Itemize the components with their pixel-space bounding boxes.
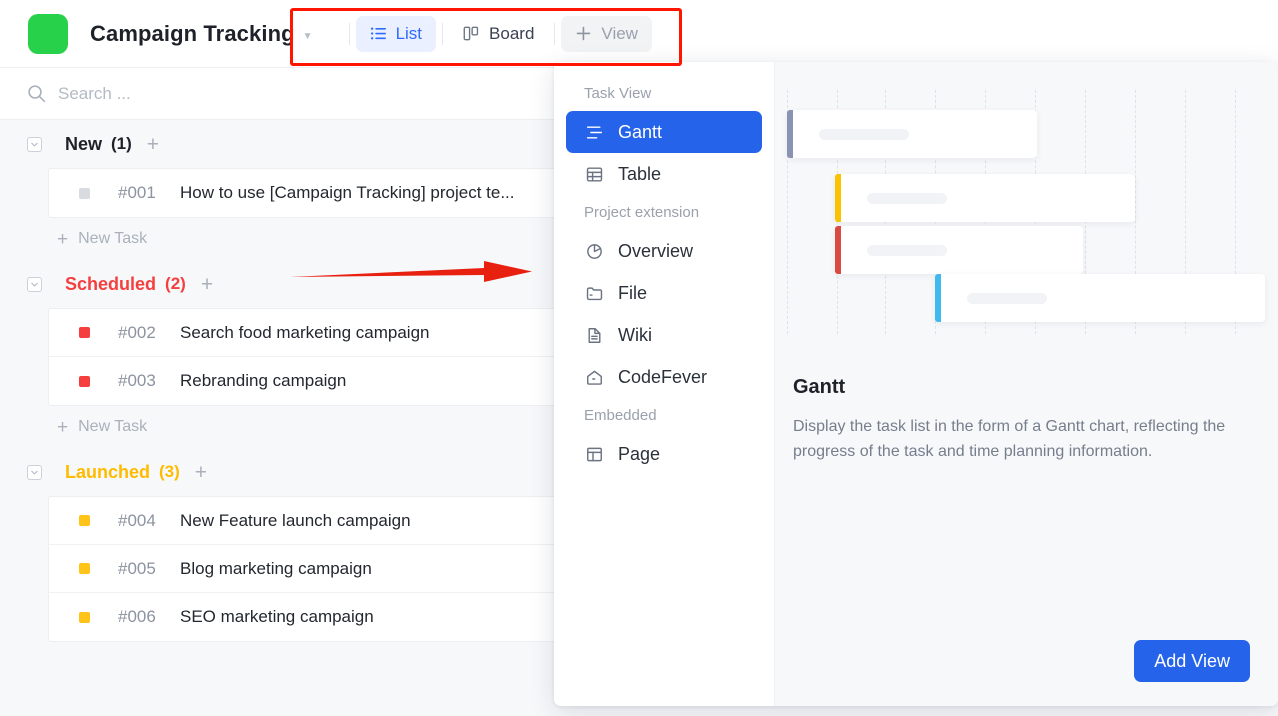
gantt-preview-illustration bbox=[775, 62, 1278, 362]
task-id: #004 bbox=[118, 511, 170, 531]
group-count: (2) bbox=[165, 274, 186, 294]
plus-icon: + bbox=[57, 230, 68, 249]
status-dot bbox=[79, 563, 90, 574]
task-title: Search food marketing campaign bbox=[180, 323, 429, 343]
menu-item-overview[interactable]: Overview bbox=[566, 230, 762, 272]
folder-icon bbox=[584, 284, 604, 303]
add-view-button[interactable]: Add View bbox=[1134, 640, 1250, 682]
task-id: #002 bbox=[118, 323, 170, 343]
status-dot bbox=[79, 612, 90, 623]
red-pointer-arrow bbox=[288, 258, 534, 286]
plus-icon: + bbox=[57, 418, 68, 437]
view-type-dropdown: Task View Gantt Table Project extension Over… bbox=[554, 62, 1278, 706]
group-name: Launched bbox=[65, 462, 150, 483]
group-name: New bbox=[65, 134, 102, 155]
menu-item-label: Gantt bbox=[618, 122, 662, 143]
list-icon bbox=[370, 25, 387, 42]
search-icon bbox=[27, 84, 46, 103]
view-preview-panel: Gantt Display the task list in the form … bbox=[774, 62, 1278, 706]
project-logo-icon bbox=[28, 14, 68, 54]
gantt-bar bbox=[935, 274, 1265, 322]
tab-add-view-label: View bbox=[601, 24, 638, 44]
divider bbox=[349, 23, 350, 45]
preview-description: Display the task list in the form of a G… bbox=[793, 415, 1260, 465]
menu-item-label: Overview bbox=[618, 241, 693, 262]
gantt-bar-placeholder bbox=[819, 129, 909, 140]
add-task-to-group-button[interactable]: + bbox=[147, 134, 159, 155]
task-id: #006 bbox=[118, 607, 170, 627]
gantt-bar-placeholder bbox=[867, 245, 947, 256]
add-task-to-group-button[interactable]: + bbox=[201, 274, 213, 295]
preview-title: Gantt bbox=[793, 376, 1278, 399]
layout-icon bbox=[584, 445, 604, 464]
gantt-bar-cap bbox=[787, 110, 793, 158]
status-dot bbox=[79, 515, 90, 526]
table-icon bbox=[584, 165, 604, 184]
gantt-bar-placeholder bbox=[867, 193, 947, 204]
menu-section-label: Task View bbox=[566, 76, 762, 111]
status-dot bbox=[79, 188, 90, 199]
task-title: New Feature launch campaign bbox=[180, 511, 411, 531]
menu-item-label: Table bbox=[618, 164, 661, 185]
menu-item-label: File bbox=[618, 283, 647, 304]
gantt-bar-cap bbox=[935, 274, 941, 322]
gantt-bar bbox=[835, 226, 1083, 274]
code-box-icon bbox=[584, 368, 604, 387]
task-title: How to use [Campaign Tracking] project t… bbox=[180, 183, 515, 203]
task-title: SEO marketing campaign bbox=[180, 607, 374, 627]
group-count: (3) bbox=[159, 462, 180, 482]
task-title: Blog marketing campaign bbox=[180, 559, 372, 579]
top-bar: Campaign Tracking ▼ List bbox=[0, 0, 1278, 68]
menu-item-wiki[interactable]: Wiki bbox=[566, 314, 762, 356]
view-tabs: List Board bbox=[343, 16, 652, 52]
tab-board[interactable]: Board bbox=[449, 16, 548, 52]
menu-item-label: CodeFever bbox=[618, 367, 707, 388]
menu-item-gantt[interactable]: Gantt bbox=[566, 111, 762, 153]
new-task-label: New Task bbox=[78, 230, 147, 248]
menu-item-label: Page bbox=[618, 444, 660, 465]
gantt-bar bbox=[787, 110, 1037, 158]
tab-list-label: List bbox=[396, 24, 422, 44]
task-id: #001 bbox=[118, 183, 170, 203]
pie-chart-icon bbox=[584, 242, 604, 261]
group-count: (1) bbox=[111, 134, 132, 154]
task-title: Rebranding campaign bbox=[180, 371, 346, 391]
page-title: Campaign Tracking bbox=[90, 21, 295, 47]
task-id: #005 bbox=[118, 559, 170, 579]
tab-list[interactable]: List bbox=[356, 16, 436, 52]
status-dot bbox=[79, 376, 90, 387]
document-icon bbox=[584, 326, 604, 345]
add-task-to-group-button[interactable]: + bbox=[195, 462, 207, 483]
gantt-bar-cap bbox=[835, 174, 841, 222]
menu-item-page[interactable]: Page bbox=[566, 433, 762, 475]
group-name: Scheduled bbox=[65, 274, 156, 295]
chevron-down-icon[interactable]: ▼ bbox=[303, 32, 313, 42]
group-collapse-toggle[interactable] bbox=[27, 277, 42, 292]
status-dot bbox=[79, 327, 90, 338]
menu-item-codefever[interactable]: CodeFever bbox=[566, 356, 762, 398]
menu-item-table[interactable]: Table bbox=[566, 153, 762, 195]
search-input[interactable] bbox=[58, 84, 478, 104]
gantt-bar bbox=[835, 174, 1135, 222]
tab-board-label: Board bbox=[489, 24, 534, 44]
menu-section-label: Embedded bbox=[566, 398, 762, 433]
group-collapse-toggle[interactable] bbox=[27, 465, 42, 480]
group-collapse-toggle[interactable] bbox=[27, 137, 42, 152]
task-id: #003 bbox=[118, 371, 170, 391]
divider bbox=[442, 23, 443, 45]
view-type-menu: Task View Gantt Table Project extension Over… bbox=[554, 62, 774, 706]
gantt-bar-cap bbox=[835, 226, 841, 274]
plus-icon bbox=[575, 25, 592, 42]
gantt-icon bbox=[584, 123, 604, 142]
board-icon bbox=[463, 25, 480, 42]
gantt-bar-placeholder bbox=[967, 293, 1047, 304]
menu-section-label: Project extension bbox=[566, 195, 762, 230]
menu-item-label: Wiki bbox=[618, 325, 652, 346]
tab-add-view[interactable]: View bbox=[561, 16, 652, 52]
menu-item-file[interactable]: File bbox=[566, 272, 762, 314]
new-task-label: New Task bbox=[78, 418, 147, 436]
divider bbox=[554, 23, 555, 45]
